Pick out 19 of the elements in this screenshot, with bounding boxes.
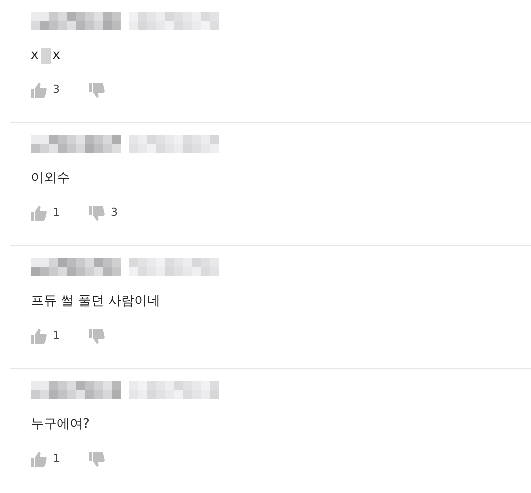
like-count: 1 bbox=[53, 451, 60, 467]
thumbs-up-icon[interactable] bbox=[31, 452, 47, 467]
comment-text: 이외수 bbox=[31, 170, 70, 188]
thumbs-down-icon[interactable] bbox=[89, 82, 105, 98]
thumbs-up-icon[interactable] bbox=[31, 328, 47, 344]
redaction-block bbox=[40, 48, 51, 64]
thumbs-down-icon[interactable] bbox=[89, 206, 105, 221]
thumbs-up-icon[interactable] bbox=[31, 206, 47, 221]
like-count: 3 bbox=[53, 82, 60, 98]
dislike-count: 3 bbox=[111, 205, 118, 221]
thumbs-up-icon[interactable] bbox=[31, 82, 47, 98]
comment-text: x bbox=[31, 47, 39, 66]
comment-text: 프듀 썰 풀던 사람이네 bbox=[31, 293, 160, 312]
comment-text: 누구에여? bbox=[31, 416, 90, 434]
thumbs-down-icon[interactable] bbox=[89, 328, 105, 344]
comment-text: x bbox=[52, 47, 60, 66]
like-count: 1 bbox=[53, 328, 60, 344]
like-count: 1 bbox=[53, 205, 60, 221]
thumbs-down-icon[interactable] bbox=[89, 452, 105, 467]
